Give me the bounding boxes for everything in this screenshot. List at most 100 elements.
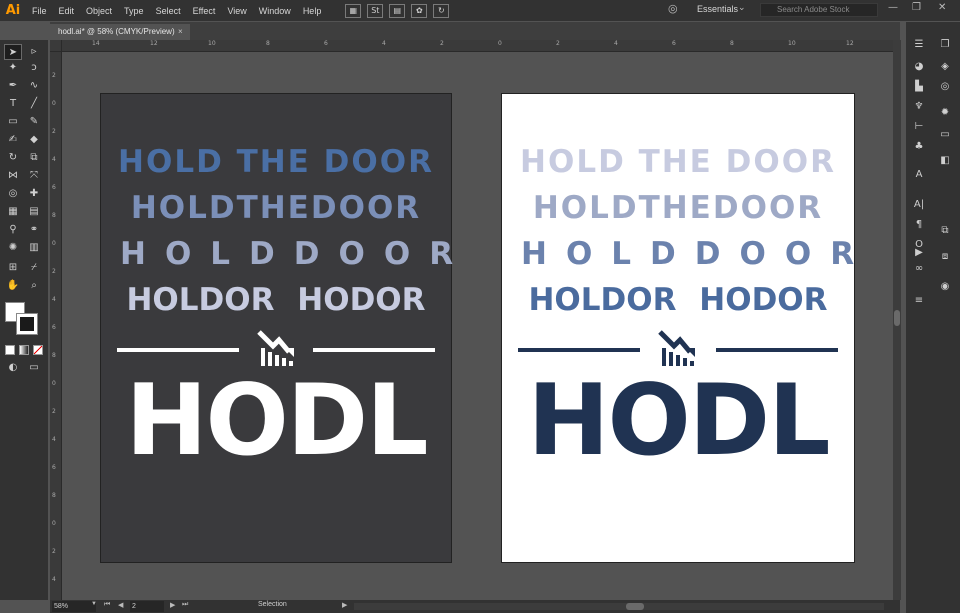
- paragraph-panel-icon[interactable]: ¶: [910, 218, 928, 232]
- type-tool-icon[interactable]: T: [4, 96, 22, 112]
- curvature-tool-icon[interactable]: ∿: [25, 78, 43, 94]
- hand-tool-icon[interactable]: ✋: [4, 278, 22, 294]
- pen-tool-icon[interactable]: ✒: [4, 78, 22, 94]
- draw-mode-icon[interactable]: ◐: [4, 360, 22, 376]
- magic-wand-tool-icon[interactable]: ✦: [4, 60, 22, 76]
- chevron-down-icon[interactable]: ⌄: [738, 3, 746, 13]
- pathfinder-panel-icon[interactable]: ◧: [936, 154, 954, 168]
- previous-artboard-icon[interactable]: ◀: [118, 601, 123, 609]
- artboard-number-field[interactable]: 2: [130, 601, 164, 612]
- character-panel-icon[interactable]: A: [910, 168, 928, 182]
- next-artboard-icon[interactable]: ▶: [170, 601, 175, 609]
- blend-tool-icon[interactable]: ⚭: [25, 222, 43, 238]
- stock-icon[interactable]: St: [367, 3, 384, 18]
- color-mode-button[interactable]: [5, 345, 15, 355]
- stroke-panel-icon[interactable]: ≡: [910, 294, 928, 308]
- close-tab-icon[interactable]: ×: [178, 24, 183, 40]
- first-artboard-icon[interactable]: ⏮: [104, 601, 110, 609]
- ruler-tick-label: 8: [266, 40, 270, 47]
- horizontal-scroll-thumb[interactable]: [626, 603, 644, 610]
- gradient-tool-icon[interactable]: ▤: [25, 204, 43, 220]
- menu-edit[interactable]: Edit: [53, 6, 81, 16]
- artboard-light[interactable]: HOLD THE DOOR HOLDTHEDOOR HOLDDOOR HOLDO…: [501, 93, 855, 563]
- artboard-tool-icon[interactable]: ⊞: [4, 260, 22, 276]
- rotate-tool-icon[interactable]: ↻: [4, 150, 22, 166]
- lightbulb-icon[interactable]: ◎: [668, 2, 678, 15]
- zoom-tool-icon[interactable]: ⌕: [25, 278, 43, 294]
- character-styles-icon[interactable]: A|: [910, 198, 928, 212]
- status-menu-arrow-icon[interactable]: ▶: [342, 601, 347, 609]
- restore-icon[interactable]: ❐: [912, 2, 921, 13]
- gpu-performance-icon[interactable]: ✿: [411, 3, 428, 18]
- asset-export-icon[interactable]: ◉: [936, 280, 954, 294]
- sync-icon[interactable]: ↻: [433, 3, 450, 18]
- eyedropper-tool-icon[interactable]: ⚲: [4, 222, 22, 238]
- artboard-dark[interactable]: HOLD THE DOOR HOLDTHEDOOR HOLDDOOR HOLDO…: [100, 93, 453, 563]
- line-tool-icon[interactable]: ╱: [25, 96, 43, 112]
- zoom-level-field[interactable]: 58%: [52, 601, 96, 612]
- symbol-sprayer-tool-icon[interactable]: ✺: [4, 240, 22, 256]
- free-transform-tool-icon[interactable]: ⤧: [25, 168, 43, 184]
- ruler-tick-label: 8: [52, 212, 56, 219]
- close-icon[interactable]: ✕: [938, 2, 946, 13]
- live-paint-tool-icon[interactable]: ✚: [25, 186, 43, 202]
- workspace-switcher[interactable]: Essentials: [697, 4, 738, 14]
- vertical-scroll-thumb[interactable]: [894, 310, 900, 326]
- graphic-styles-icon[interactable]: ✹: [936, 106, 954, 120]
- last-artboard-icon[interactable]: ⏭: [182, 601, 188, 609]
- menu-effect[interactable]: Effect: [187, 6, 222, 16]
- brushes-panel-icon[interactable]: ♆: [910, 100, 928, 114]
- actions-panel-icon[interactable]: ▶: [910, 246, 928, 260]
- stroke-swatch[interactable]: [16, 313, 38, 335]
- transform-panel-icon[interactable]: ▭: [936, 128, 954, 142]
- align-panel-icon[interactable]: ⊢: [910, 120, 928, 134]
- minimize-icon[interactable]: —: [888, 2, 898, 13]
- menu-help[interactable]: Help: [297, 6, 328, 16]
- transparency-panel-icon[interactable]: ⧉: [936, 224, 954, 238]
- properties-panel-icon[interactable]: ☰: [910, 38, 928, 52]
- menu-view[interactable]: View: [221, 6, 252, 16]
- width-tool-icon[interactable]: ⋈: [4, 168, 22, 184]
- arrange-documents-icon[interactable]: ▤: [389, 3, 406, 18]
- lasso-tool-icon[interactable]: ↄ: [25, 60, 43, 76]
- vertical-scrollbar[interactable]: [893, 40, 901, 600]
- color-panel-icon[interactable]: ◕: [910, 60, 928, 74]
- menu-type[interactable]: Type: [118, 6, 150, 16]
- gradient-mode-button[interactable]: [19, 345, 29, 355]
- symbols-panel-icon[interactable]: ♣: [910, 140, 928, 154]
- libraries-panel-icon[interactable]: ❐: [936, 38, 954, 52]
- bridge-icon[interactable]: ▦: [345, 3, 362, 18]
- menu-select[interactable]: Select: [150, 6, 187, 16]
- none-mode-button[interactable]: [33, 345, 43, 355]
- eraser-tool-icon[interactable]: ◆: [25, 132, 43, 148]
- shaper-tool-icon[interactable]: ✍: [4, 132, 22, 148]
- graph-tool-icon[interactable]: ▥: [25, 240, 43, 256]
- shape-builder-tool-icon[interactable]: ◎: [4, 186, 22, 202]
- chevron-down-icon[interactable]: ▼: [91, 601, 97, 607]
- screen-mode-icon[interactable]: ▭: [25, 360, 43, 376]
- canvas-area[interactable]: HOLD THE DOOR HOLDTHEDOOR HOLDDOOR HOLDO…: [62, 53, 900, 601]
- links-panel-icon[interactable]: ∞: [910, 262, 928, 276]
- menu-object[interactable]: Object: [80, 6, 118, 16]
- artboards-panel-icon[interactable]: ⧈: [936, 250, 954, 264]
- document-tab[interactable]: hodl.ai* @ 58% (CMYK/Preview) ×: [50, 24, 190, 40]
- direct-selection-tool-icon[interactable]: ▹: [25, 44, 43, 60]
- scale-tool-icon[interactable]: ⧉: [25, 150, 43, 166]
- slice-tool-icon[interactable]: ⌿: [25, 260, 43, 276]
- horizontal-scrollbar[interactable]: [354, 603, 884, 610]
- menu-window[interactable]: Window: [253, 6, 297, 16]
- appearance-panel-icon[interactable]: ◎: [936, 80, 954, 94]
- vertical-ruler[interactable]: 2 0 2 4 6 8 0 2 4 6 8 0 2 4 6 8 0 2 4: [50, 52, 62, 600]
- ruler-origin[interactable]: [50, 40, 62, 52]
- selection-tool-icon[interactable]: ➤: [4, 44, 22, 60]
- horizontal-ruler[interactable]: 1412108642024681012141618202224: [62, 40, 900, 52]
- ruler-tick-label: 12: [846, 40, 854, 47]
- menu-file[interactable]: File: [26, 6, 53, 16]
- rectangle-tool-icon[interactable]: ▭: [4, 114, 22, 130]
- layers-panel-icon[interactable]: ◈: [936, 60, 954, 74]
- color-guide-icon[interactable]: ▙: [910, 80, 928, 94]
- perspective-grid-tool-icon[interactable]: ▦: [4, 204, 22, 220]
- paintbrush-tool-icon[interactable]: ✎: [25, 114, 43, 130]
- current-tool-status[interactable]: Selection: [258, 601, 287, 608]
- search-adobe-stock-input[interactable]: Search Adobe Stock: [760, 3, 878, 17]
